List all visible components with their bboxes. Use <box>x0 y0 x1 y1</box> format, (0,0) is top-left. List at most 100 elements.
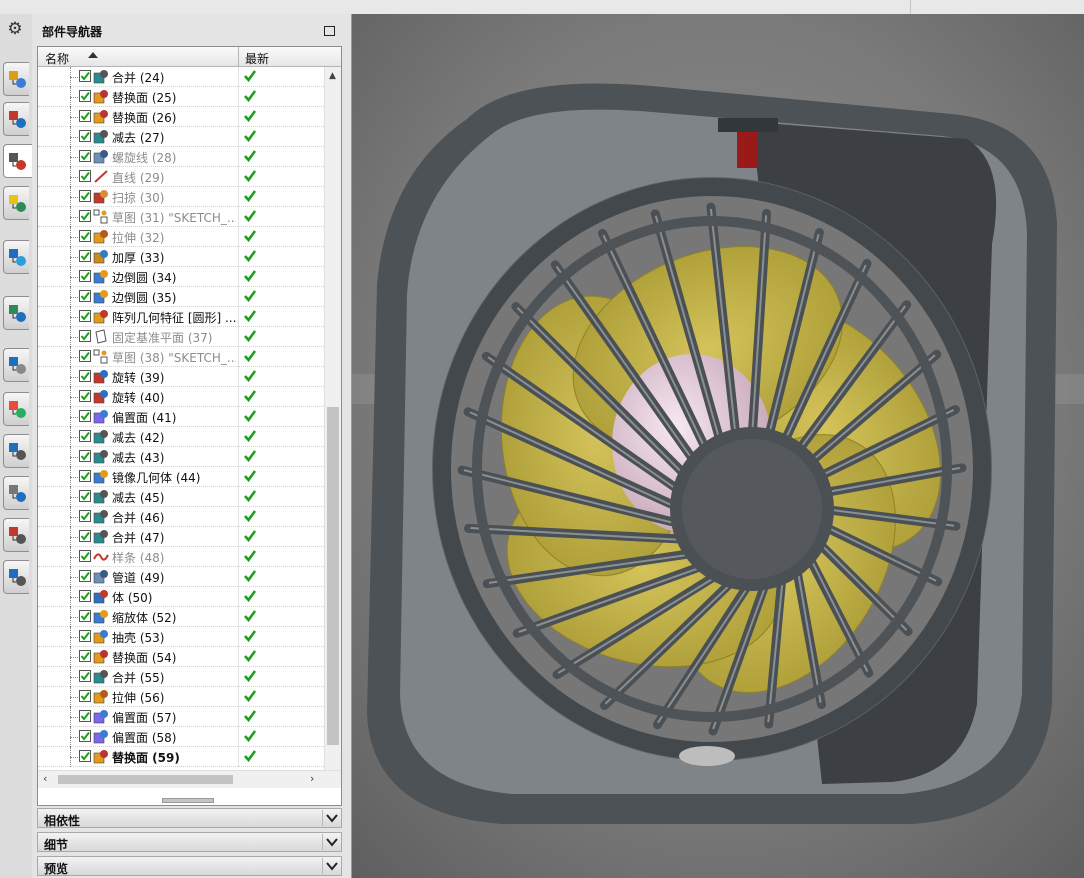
table-row[interactable]: 减去 (27) <box>38 127 324 147</box>
table-row[interactable]: 减去 (42) <box>38 427 324 447</box>
graphics-viewport[interactable] <box>352 14 1084 878</box>
visibility-checkbox[interactable] <box>79 390 91 402</box>
reports-icon[interactable] <box>3 560 29 594</box>
table-row[interactable]: 抽壳 (53) <box>38 627 324 647</box>
scroll-right-icon[interactable]: › <box>310 772 314 785</box>
visibility-checkbox[interactable] <box>79 510 91 522</box>
scroll-left-icon[interactable]: ‹ <box>43 772 47 785</box>
table-row[interactable]: 边倒圆 (35) <box>38 287 324 307</box>
panel-splitter[interactable] <box>162 798 214 803</box>
table-row[interactable]: 旋转 (40) <box>38 387 324 407</box>
visualization-icon[interactable] <box>3 392 29 426</box>
visibility-checkbox[interactable] <box>79 330 91 342</box>
chevron-down-icon[interactable] <box>322 810 341 826</box>
table-row[interactable]: 偏置面 (58) <box>38 727 324 747</box>
visibility-checkbox[interactable] <box>79 730 91 742</box>
table-row[interactable]: 替换面 (54) <box>38 647 324 667</box>
table-row[interactable]: 固定基准平面 (37) <box>38 327 324 347</box>
table-row[interactable]: 镜像几何体 (44) <box>38 467 324 487</box>
scroll-up-icon[interactable]: ▲ <box>329 71 336 81</box>
table-row[interactable]: 样条 (48) <box>38 547 324 567</box>
visibility-checkbox[interactable] <box>79 590 91 602</box>
table-row[interactable]: 拉伸 (56) <box>38 687 324 707</box>
table-row[interactable]: 合并 (24) <box>38 67 324 87</box>
visibility-checkbox[interactable] <box>79 230 91 242</box>
web-browser-icon[interactable] <box>3 296 29 330</box>
visibility-checkbox[interactable] <box>79 210 91 222</box>
table-row[interactable]: 替换面 (26) <box>38 107 324 127</box>
visibility-checkbox[interactable] <box>79 490 91 502</box>
table-row[interactable]: 直线 (29) <box>38 167 324 187</box>
chevron-down-icon[interactable] <box>322 858 341 874</box>
visibility-checkbox[interactable] <box>79 710 91 722</box>
column-divider[interactable] <box>238 47 239 66</box>
table-row[interactable]: 加厚 (33) <box>38 247 324 267</box>
visibility-checkbox[interactable] <box>79 170 91 182</box>
table-row[interactable]: 替换面 (25) <box>38 87 324 107</box>
visibility-checkbox[interactable] <box>79 130 91 142</box>
maximize-button[interactable] <box>324 26 335 36</box>
visibility-checkbox[interactable] <box>79 370 91 382</box>
visibility-checkbox[interactable] <box>79 630 91 642</box>
visibility-checkbox[interactable] <box>79 570 91 582</box>
column-header-name[interactable]: 名称 <box>45 50 69 67</box>
table-row[interactable]: 合并 (55) <box>38 667 324 687</box>
table-row[interactable]: 草图 (31) "SKETCH_... <box>38 207 324 227</box>
table-row[interactable]: 拉伸 (32) <box>38 227 324 247</box>
table-row[interactable]: 螺旋线 (28) <box>38 147 324 167</box>
table-row[interactable]: 体 (50) <box>38 587 324 607</box>
visibility-checkbox[interactable] <box>79 550 91 562</box>
roles-icon[interactable] <box>3 476 29 510</box>
visibility-checkbox[interactable] <box>79 110 91 122</box>
visibility-checkbox[interactable] <box>79 90 91 102</box>
vertical-scroll-thumb[interactable] <box>327 407 339 745</box>
column-header-latest[interactable]: 最新 <box>245 50 269 67</box>
preview-panel[interactable]: 预览 <box>37 856 342 876</box>
gear-icon[interactable]: ⚙ <box>4 18 26 40</box>
visibility-checkbox[interactable] <box>79 290 91 302</box>
dependencies-panel[interactable]: 相依性 <box>37 808 342 828</box>
visibility-checkbox[interactable] <box>79 150 91 162</box>
hd3d-tools-icon[interactable] <box>3 240 29 274</box>
table-row[interactable]: 替换面 (59) <box>38 747 324 767</box>
horizontal-scroll-thumb[interactable] <box>58 775 233 784</box>
table-row[interactable]: 合并 (46) <box>38 507 324 527</box>
constraint-navigator-icon[interactable] <box>3 102 29 136</box>
details-panel[interactable]: 细节 <box>37 832 342 852</box>
assembly-navigator-icon[interactable] <box>3 62 29 96</box>
visibility-checkbox[interactable] <box>79 750 91 762</box>
visibility-checkbox[interactable] <box>79 530 91 542</box>
visibility-checkbox[interactable] <box>79 310 91 322</box>
visibility-checkbox[interactable] <box>79 350 91 362</box>
visibility-checkbox[interactable] <box>79 190 91 202</box>
table-row[interactable]: 旋转 (39) <box>38 367 324 387</box>
table-row[interactable]: 草图 (38) "SKETCH_... <box>38 347 324 367</box>
reuse-library-icon[interactable] <box>3 186 29 220</box>
table-row[interactable]: 合并 (47) <box>38 527 324 547</box>
visibility-checkbox[interactable] <box>79 610 91 622</box>
table-row[interactable]: 缩放体 (52) <box>38 607 324 627</box>
vertical-scrollbar[interactable]: ▲ <box>324 67 341 770</box>
table-row[interactable]: 边倒圆 (34) <box>38 267 324 287</box>
horizontal-scrollbar[interactable]: ‹ › <box>38 770 341 788</box>
table-row[interactable]: 偏置面 (41) <box>38 407 324 427</box>
table-row[interactable]: 扫掠 (30) <box>38 187 324 207</box>
visibility-checkbox[interactable] <box>79 670 91 682</box>
system-materials-icon[interactable] <box>3 518 29 552</box>
table-row[interactable]: 管道 (49) <box>38 567 324 587</box>
visibility-checkbox[interactable] <box>79 70 91 82</box>
visibility-checkbox[interactable] <box>79 430 91 442</box>
visibility-checkbox[interactable] <box>79 410 91 422</box>
part-navigator-icon[interactable] <box>3 144 33 178</box>
table-row[interactable]: 阵列几何特征 [圆形] ... <box>38 307 324 327</box>
history-icon[interactable] <box>3 348 29 382</box>
chevron-down-icon[interactable] <box>322 834 341 850</box>
table-row[interactable]: 减去 (43) <box>38 447 324 467</box>
visibility-checkbox[interactable] <box>79 250 91 262</box>
table-row[interactable]: 减去 (45) <box>38 487 324 507</box>
visibility-checkbox[interactable] <box>79 270 91 282</box>
visibility-checkbox[interactable] <box>79 650 91 662</box>
process-studio-icon[interactable] <box>3 434 29 468</box>
visibility-checkbox[interactable] <box>79 690 91 702</box>
visibility-checkbox[interactable] <box>79 470 91 482</box>
